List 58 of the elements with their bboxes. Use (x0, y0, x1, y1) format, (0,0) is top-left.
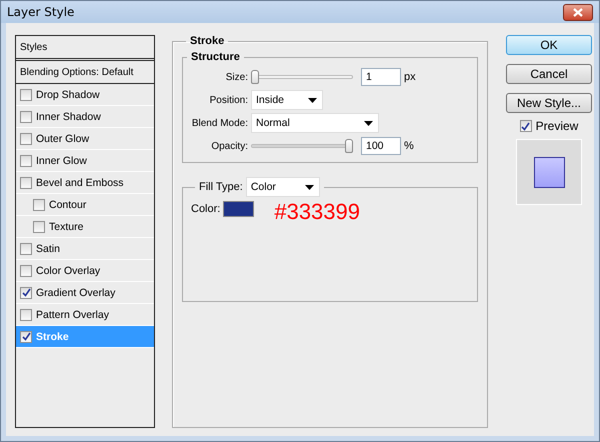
field-label: Size: (224, 72, 249, 82)
style-item[interactable]: Contour (16, 194, 154, 216)
checkbox[interactable] (33, 220, 45, 232)
color-swatch[interactable] (223, 201, 254, 217)
value-field[interactable]: 1 (361, 68, 401, 86)
field-label: Opacity: (210, 140, 249, 152)
caret-icon (364, 120, 373, 126)
window-title: Layer Style (7, 5, 74, 19)
style-item[interactable]: Inner Shadow (16, 106, 154, 128)
style-item[interactable]: Satin (16, 238, 154, 260)
unit-label: px (404, 71, 416, 83)
checkbox[interactable] (20, 176, 32, 188)
preview-square-icon (534, 156, 564, 188)
style-item[interactable]: Outer Glow (16, 128, 154, 150)
fill-type-dropdown[interactable]: Color (246, 177, 320, 197)
dialog-button[interactable]: New Style... (506, 93, 592, 113)
checkbox[interactable] (20, 330, 32, 342)
slider[interactable] (251, 139, 353, 153)
blending-options-item[interactable]: Blending Options: Default (16, 61, 154, 84)
annotation-text: #333399 (274, 199, 360, 225)
unit-label: % (404, 140, 414, 152)
blend-mode-dropdown[interactable]: Normal (251, 113, 379, 133)
caret-icon (308, 98, 317, 102)
position-dropdown[interactable]: Inside (251, 90, 323, 110)
dialog-button[interactable]: Cancel (506, 64, 592, 84)
group-title: Stroke (189, 35, 226, 47)
group-title: Structure (190, 51, 241, 63)
field-label: Blend Mode: (190, 118, 249, 128)
checkbox[interactable] (20, 242, 32, 254)
checkbox[interactable] (20, 264, 32, 276)
slider-thumb[interactable] (251, 70, 259, 84)
style-item[interactable]: Texture (16, 216, 154, 238)
style-item[interactable]: Pattern Overlay (16, 304, 154, 326)
checkbox[interactable] (20, 88, 32, 100)
style-item[interactable]: Drop Shadow (16, 84, 154, 106)
checkbox[interactable] (20, 154, 32, 166)
caret-icon (304, 184, 314, 190)
value-field[interactable]: 100 (361, 137, 401, 155)
styles-header[interactable]: Styles (16, 36, 154, 61)
style-item[interactable]: Inner Glow (16, 150, 154, 172)
close-button[interactable] (563, 4, 593, 20)
field-label: Color: (191, 203, 220, 215)
preview-label: Preview (536, 119, 578, 133)
checkbox[interactable] (20, 110, 32, 122)
ok-button[interactable]: OK (506, 35, 592, 55)
checkbox[interactable] (20, 308, 32, 320)
style-item[interactable]: Bevel and Emboss (16, 172, 154, 194)
checkbox[interactable] (20, 286, 32, 298)
checkbox[interactable] (20, 132, 32, 144)
slider-thumb[interactable] (345, 139, 353, 153)
field-label: Position: (208, 94, 249, 106)
close-icon (573, 8, 583, 16)
slider[interactable] (251, 70, 353, 84)
checkbox[interactable] (33, 198, 45, 210)
checkbox[interactable] (520, 120, 532, 132)
style-item[interactable]: Gradient Overlay (16, 282, 154, 304)
style-item[interactable]: Color Overlay (16, 260, 154, 282)
field-label: Fill Type: (199, 181, 243, 193)
